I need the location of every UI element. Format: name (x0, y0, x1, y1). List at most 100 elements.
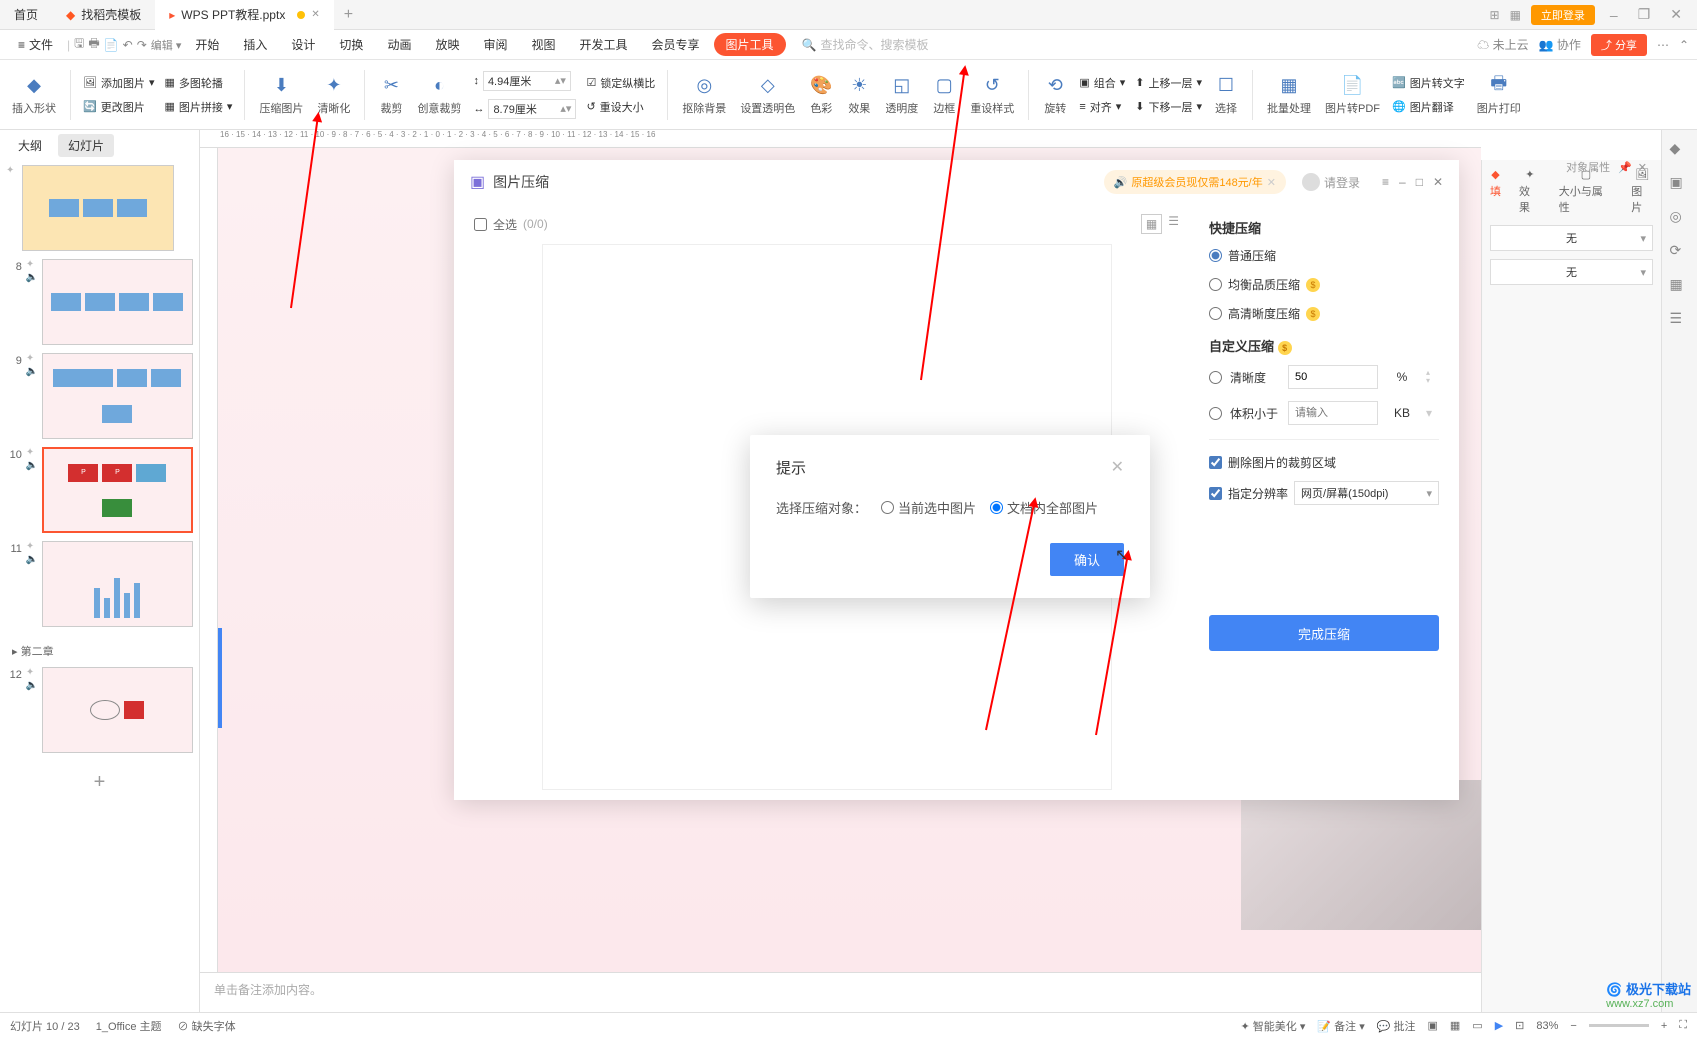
dialog-close-icon[interactable]: ✕ (1433, 175, 1443, 189)
clarity-radio[interactable] (1209, 371, 1222, 384)
lock-ratio-checkbox[interactable]: ☑ 锁定纵横比 (584, 73, 657, 93)
creative-crop-button[interactable]: ◐创意裁剪 (413, 74, 465, 116)
cloud-status[interactable]: ☁ 未上云 (1477, 36, 1528, 53)
zoom-fit-icon[interactable]: ⊡ (1515, 1019, 1524, 1032)
menu-insert[interactable]: 插入 (233, 32, 277, 57)
change-image-button[interactable]: 🔄 更改图片 (81, 97, 157, 117)
add-image-button[interactable]: 🖼 添加图片 ▾ (81, 73, 157, 93)
dialog-menu-icon[interactable]: ≡ (1382, 175, 1389, 189)
normal-compress-radio[interactable] (1209, 249, 1222, 262)
restore-icon[interactable]: ❐ (1633, 6, 1656, 23)
collab-button[interactable]: 👥 协作 (1539, 36, 1581, 53)
qat-save-icon[interactable]: 🖫 (74, 34, 84, 55)
qat-print-icon[interactable]: 🖶 (88, 34, 99, 55)
current-image-radio[interactable]: 当前选中图片 (881, 498, 976, 517)
delete-crop-checkbox[interactable] (1209, 456, 1222, 469)
tab-home[interactable]: 首页 (0, 0, 52, 30)
print-image-button[interactable]: 🖶图片打印 (1473, 74, 1525, 116)
zoom-out-icon[interactable]: − (1570, 1020, 1576, 1032)
complete-compress-button[interactable]: 完成压缩 (1209, 615, 1439, 651)
effect-button[interactable]: ☀效果 (843, 74, 875, 116)
insert-shape-button[interactable]: ◆插入形状 (8, 74, 60, 116)
side-tool-4-icon[interactable]: ⟳ (1670, 242, 1690, 262)
grid-icon[interactable]: ⊞ (1490, 8, 1500, 22)
menu-member[interactable]: 会员专享 (642, 32, 710, 57)
align-button[interactable]: ≡ 对齐 ▾ (1077, 97, 1127, 117)
compress-image-button[interactable]: ⬇压缩图片 (255, 74, 307, 116)
side-tool-5-icon[interactable]: ▦ (1670, 276, 1690, 296)
clarity-input[interactable] (1288, 365, 1378, 389)
close-window-icon[interactable]: ✕ (1665, 6, 1687, 23)
to-text-button[interactable]: 🔤 图片转文字 (1390, 73, 1467, 93)
list-view-icon[interactable]: ☰ (1168, 214, 1179, 234)
multi-crop-button[interactable]: ▦ 多图轮播 (163, 73, 235, 93)
qat-redo-icon[interactable]: ↷ (137, 38, 147, 52)
tab-template[interactable]: ◆找稻壳模板 (52, 0, 155, 30)
size-radio[interactable] (1209, 407, 1222, 420)
zoom-in-icon[interactable]: + (1661, 1020, 1667, 1032)
slide-thumb[interactable] (42, 667, 193, 753)
grid-view-icon[interactable]: ▦ (1141, 214, 1162, 234)
view-reading-icon[interactable]: ▭ (1472, 1019, 1482, 1032)
minimize-icon[interactable]: – (1605, 7, 1623, 23)
share-button[interactable]: ⤴ 分享 (1591, 34, 1647, 56)
image-stitch-button[interactable]: ▦ 图片拼接 ▾ (163, 97, 235, 117)
fullscreen-icon[interactable]: ⛶ (1679, 1019, 1687, 1032)
slides-tab[interactable]: 幻灯片 (58, 134, 114, 157)
size-input[interactable] (1288, 401, 1378, 425)
dialog-minimize-icon[interactable]: – (1399, 175, 1406, 189)
command-search[interactable]: 🔍 查找命令、搜索模板 (802, 36, 929, 53)
color-button[interactable]: 🎨色彩 (805, 74, 837, 116)
set-dpi-checkbox[interactable] (1209, 487, 1222, 500)
notes-area[interactable]: 单击备注添加内容。 (200, 972, 1481, 1012)
menu-transition[interactable]: 切换 (329, 32, 373, 57)
menu-view[interactable]: 视图 (521, 32, 565, 57)
remove-bg-button[interactable]: ◎抠除背景 (678, 74, 730, 116)
slide-thumb[interactable] (22, 165, 174, 251)
fill-tab[interactable]: ◆填 (1490, 168, 1501, 215)
slide-thumb[interactable] (42, 541, 193, 627)
effect-tab[interactable]: ✦效果 (1519, 168, 1541, 215)
menu-image-tools[interactable]: 图片工具 (714, 33, 786, 56)
file-menu[interactable]: ≡ 文件 (8, 32, 63, 57)
beautify-button[interactable]: ✦ 智能美化 ▾ (1241, 1018, 1306, 1034)
prompt-close-icon[interactable]: ✕ (1111, 457, 1124, 478)
notes-button[interactable]: 📝 备注 ▾ (1317, 1018, 1364, 1034)
dialog-login[interactable]: 请登录 (1302, 173, 1360, 191)
promo-banner[interactable]: 🔊原超级会员现仅需148元/年✕ (1104, 170, 1286, 194)
confirm-button[interactable]: 确认 (1050, 543, 1124, 576)
menu-animation[interactable]: 动画 (377, 32, 421, 57)
comments-button[interactable]: 💬 批注 (1377, 1018, 1416, 1034)
qat-preview-icon[interactable]: 📄 (104, 38, 119, 52)
add-slide-button[interactable]: + (6, 761, 193, 804)
close-icon[interactable]: ✕ (311, 9, 319, 20)
rotate-button[interactable]: ⟲旋转 (1039, 74, 1071, 116)
reset-style-button[interactable]: ↺重设样式 (966, 74, 1018, 116)
set-transparent-button[interactable]: ◇设置透明色 (736, 74, 799, 116)
side-tool-6-icon[interactable]: ☰ (1670, 310, 1690, 330)
play-icon[interactable]: ▶ (1495, 1019, 1503, 1032)
transparency-button[interactable]: ◱透明度 (881, 74, 922, 116)
dialog-maximize-icon[interactable]: □ (1416, 175, 1423, 189)
add-tab-button[interactable]: + (334, 6, 363, 24)
more-icon[interactable]: ⋯ (1657, 38, 1669, 52)
height-input[interactable]: 4.94厘米▴▾ (483, 71, 571, 91)
close-panel-icon[interactable]: ✕ (1638, 161, 1647, 174)
translate-button[interactable]: 🌐 图片翻译 (1390, 97, 1467, 117)
property-select-1[interactable]: 无 (1490, 225, 1653, 251)
login-button[interactable]: 立即登录 (1531, 5, 1595, 25)
to-pdf-button[interactable]: 📄图片转PDF (1321, 74, 1384, 116)
slide-thumb[interactable] (42, 353, 193, 439)
all-images-radio[interactable]: 文档内全部图片 (990, 498, 1098, 517)
tab-current-file[interactable]: ▸WPS PPT教程.pptx ✕ (155, 0, 333, 30)
move-down-button[interactable]: ⬇ 下移一层 ▾ (1133, 97, 1204, 117)
reset-size-button[interactable]: ↺ 重设大小 (584, 97, 657, 117)
menu-slideshow[interactable]: 放映 (425, 32, 469, 57)
side-tool-1-icon[interactable]: ◆ (1670, 140, 1690, 160)
zoom-value[interactable]: 83% (1536, 1020, 1558, 1032)
promo-close-icon[interactable]: ✕ (1267, 176, 1276, 189)
slide-thumb[interactable] (42, 259, 193, 345)
select-all-checkbox[interactable] (474, 218, 487, 231)
hd-compress-radio[interactable] (1209, 307, 1222, 320)
outline-tab[interactable]: 大纲 (8, 134, 52, 157)
